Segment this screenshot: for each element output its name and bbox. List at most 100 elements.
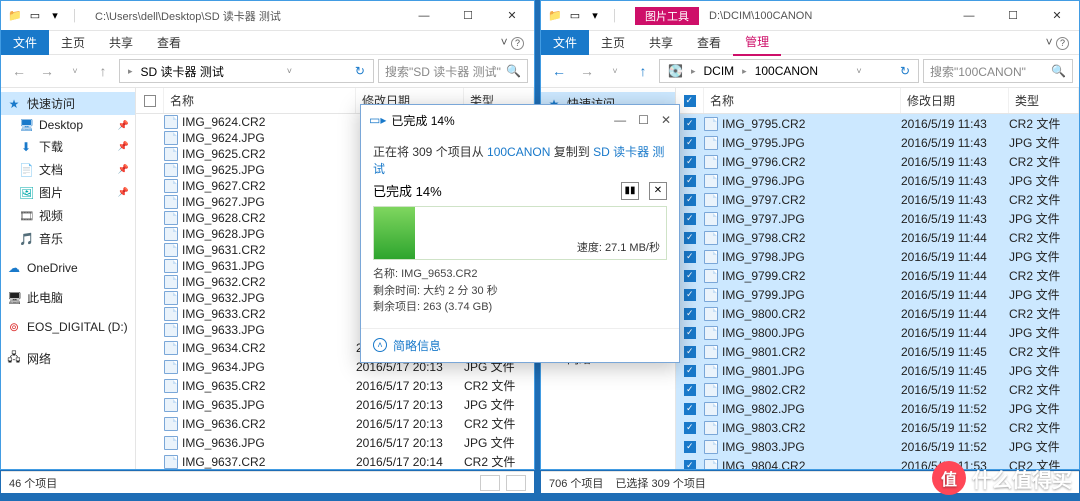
table-row[interactable]: IMG_9635.CR2 2016/5/17 20:13 CR2 文件 — [136, 376, 534, 395]
breadcrumb[interactable]: 💽 ▸ DCIM ▸ 100CANON ˅ ↻ — [659, 59, 919, 83]
breadcrumb-item[interactable]: SD 读卡器 测试 — [137, 63, 228, 80]
table-row[interactable]: IMG_9797.JPG 2016/5/19 11:43 JPG 文件 — [676, 209, 1079, 228]
crumb-dropdown-icon[interactable]: ˅ — [852, 66, 865, 76]
view-thumb-button[interactable] — [506, 475, 526, 491]
close-button[interactable]: ✕ — [1035, 2, 1079, 30]
ribbon-tab-manage[interactable]: 管理 — [733, 29, 781, 56]
nav-item[interactable]: 🖼图片📌 — [1, 181, 135, 204]
nav-quick-access[interactable]: ★快速访问 — [1, 92, 135, 115]
row-checkbox[interactable] — [684, 270, 696, 282]
table-row[interactable]: IMG_9799.JPG 2016/5/19 11:44 JPG 文件 — [676, 285, 1079, 304]
breadcrumb[interactable]: ▸ SD 读卡器 测试 ˅ ↻ — [119, 59, 374, 83]
table-row[interactable]: IMG_9635.JPG 2016/5/17 20:13 JPG 文件 — [136, 395, 534, 414]
picture-tools-tab[interactable]: 图片工具 — [635, 7, 699, 25]
file-list[interactable]: IMG_9795.CR2 2016/5/19 11:43 CR2 文件 IMG_… — [676, 114, 1079, 469]
table-row[interactable]: IMG_9636.CR2 2016/5/17 20:13 CR2 文件 — [136, 414, 534, 433]
nav-this-pc[interactable]: 🖥此电脑 — [1, 286, 135, 309]
row-checkbox[interactable] — [684, 194, 696, 206]
table-row[interactable]: IMG_9795.JPG 2016/5/19 11:43 JPG 文件 — [676, 133, 1079, 152]
table-row[interactable]: IMG_9802.CR2 2016/5/19 11:52 CR2 文件 — [676, 380, 1079, 399]
col-header-type[interactable]: 类型 — [1009, 88, 1079, 113]
ribbon-tab-file[interactable]: 文件 — [1, 30, 49, 55]
minimize-button[interactable]: — — [402, 2, 446, 30]
nav-up-button[interactable]: ↑ — [91, 59, 115, 83]
row-checkbox[interactable] — [684, 327, 696, 339]
nav-item[interactable]: 🖥Desktop📌 — [1, 115, 135, 135]
nav-back-button[interactable]: ← — [7, 59, 31, 83]
col-header-name[interactable]: 名称 — [704, 88, 901, 113]
table-row[interactable]: IMG_9803.CR2 2016/5/19 11:52 CR2 文件 — [676, 418, 1079, 437]
nav-item[interactable]: 🎞视频 — [1, 204, 135, 227]
minimize-button[interactable]: — — [947, 2, 991, 30]
table-row[interactable]: IMG_9798.JPG 2016/5/19 11:44 JPG 文件 — [676, 247, 1079, 266]
select-all-checkbox[interactable] — [136, 88, 164, 113]
source-link[interactable]: 100CANON — [487, 145, 550, 159]
ribbon-tab-file[interactable]: 文件 — [541, 30, 589, 55]
nav-eos-drive[interactable]: ⊚EOS_DIGITAL (D:) — [1, 317, 135, 337]
chevron-right-icon[interactable]: ▸ — [687, 66, 700, 77]
row-checkbox[interactable] — [684, 232, 696, 244]
search-input[interactable]: 搜索"100CANON"🔍 — [923, 59, 1073, 83]
ribbon-expand-icon[interactable]: ˅ ? — [491, 35, 534, 50]
row-checkbox[interactable] — [684, 118, 696, 130]
qat-props-icon[interactable]: ▭ — [567, 8, 583, 24]
col-header-name[interactable]: 名称 — [164, 88, 356, 113]
maximize-button[interactable]: ☐ — [446, 2, 490, 30]
select-all-checkbox[interactable] — [676, 88, 704, 113]
breadcrumb-item[interactable]: DCIM — [699, 64, 738, 78]
table-row[interactable]: IMG_9796.JPG 2016/5/19 11:43 JPG 文件 — [676, 171, 1079, 190]
table-row[interactable]: IMG_9800.CR2 2016/5/19 11:44 CR2 文件 — [676, 304, 1079, 323]
close-button[interactable]: ✕ — [661, 113, 671, 127]
row-checkbox[interactable] — [684, 403, 696, 415]
row-checkbox[interactable] — [684, 308, 696, 320]
qat-dropdown-icon[interactable]: ▾ — [47, 8, 63, 24]
row-checkbox[interactable] — [684, 156, 696, 168]
nav-recent-button[interactable]: ˅ — [63, 59, 87, 83]
nav-item[interactable]: 📄文档📌 — [1, 158, 135, 181]
fewer-details-button[interactable]: ˄ 简略信息 — [361, 328, 679, 362]
row-checkbox[interactable] — [684, 346, 696, 358]
table-row[interactable]: IMG_9795.CR2 2016/5/19 11:43 CR2 文件 — [676, 114, 1079, 133]
close-button[interactable]: ✕ — [490, 2, 534, 30]
table-row[interactable]: IMG_9800.JPG 2016/5/19 11:44 JPG 文件 — [676, 323, 1079, 342]
row-checkbox[interactable] — [684, 441, 696, 453]
nav-item[interactable]: 🎵音乐 — [1, 227, 135, 250]
table-row[interactable]: IMG_9803.JPG 2016/5/19 11:52 JPG 文件 — [676, 437, 1079, 456]
nav-item[interactable]: ⬇下载📌 — [1, 135, 135, 158]
qat-props-icon[interactable]: ▭ — [27, 8, 43, 24]
ribbon-tab-home[interactable]: 主页 — [49, 30, 97, 55]
ribbon-tab-home[interactable]: 主页 — [589, 30, 637, 55]
chevron-right-icon[interactable]: ▸ — [124, 66, 137, 77]
qat-dropdown-icon[interactable]: ▾ — [587, 8, 603, 24]
ribbon-tab-share[interactable]: 共享 — [637, 30, 685, 55]
nav-onedrive[interactable]: ☁OneDrive — [1, 258, 135, 278]
table-row[interactable]: IMG_9802.JPG 2016/5/19 11:52 JPG 文件 — [676, 399, 1079, 418]
row-checkbox[interactable] — [684, 289, 696, 301]
nav-forward-button[interactable]: → — [35, 59, 59, 83]
table-row[interactable]: IMG_9801.JPG 2016/5/19 11:45 JPG 文件 — [676, 361, 1079, 380]
nav-forward-button[interactable]: → — [575, 59, 599, 83]
ribbon-tab-view[interactable]: 查看 — [145, 30, 193, 55]
breadcrumb-item[interactable]: 100CANON — [751, 64, 822, 78]
row-checkbox[interactable] — [684, 460, 696, 470]
ribbon-tab-view[interactable]: 查看 — [685, 30, 733, 55]
row-checkbox[interactable] — [684, 213, 696, 225]
search-input[interactable]: 搜索"SD 读卡器 测试"🔍 — [378, 59, 528, 83]
row-checkbox[interactable] — [684, 384, 696, 396]
maximize-button[interactable]: ☐ — [991, 2, 1035, 30]
col-header-date[interactable]: 修改日期 — [901, 88, 1009, 113]
ribbon-tab-share[interactable]: 共享 — [97, 30, 145, 55]
nav-network[interactable]: 🖧网络 — [1, 345, 135, 372]
chevron-right-icon[interactable]: ▸ — [738, 66, 751, 77]
nav-recent-button[interactable]: ˅ — [603, 59, 627, 83]
table-row[interactable]: IMG_9636.JPG 2016/5/17 20:13 JPG 文件 — [136, 433, 534, 452]
maximize-button[interactable]: ☐ — [638, 113, 649, 127]
refresh-icon[interactable]: ↻ — [351, 64, 369, 78]
row-checkbox[interactable] — [684, 175, 696, 187]
table-row[interactable]: IMG_9796.CR2 2016/5/19 11:43 CR2 文件 — [676, 152, 1079, 171]
nav-up-button[interactable]: ↑ — [631, 59, 655, 83]
nav-back-button[interactable]: ← — [547, 59, 571, 83]
view-details-button[interactable] — [480, 475, 500, 491]
row-checkbox[interactable] — [684, 422, 696, 434]
table-row[interactable]: IMG_9799.CR2 2016/5/19 11:44 CR2 文件 — [676, 266, 1079, 285]
